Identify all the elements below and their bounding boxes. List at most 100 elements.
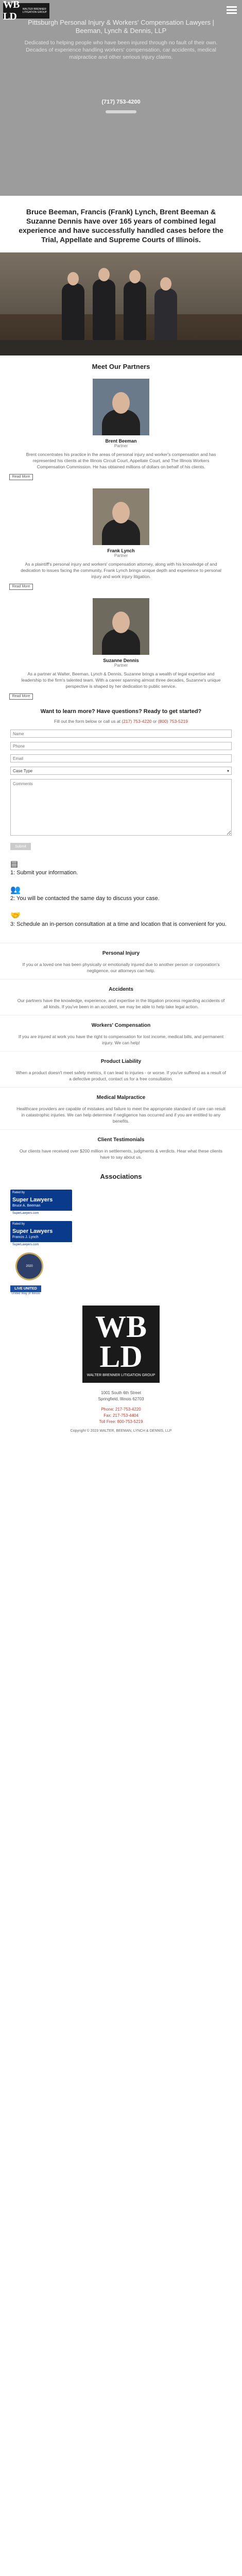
footer-fax: Fax: 217-753-4404	[103, 1413, 139, 1418]
united-way-sub: United Way of Illinois	[11, 1292, 40, 1295]
name-input[interactable]	[10, 730, 232, 738]
partner-card: Suzanne Dennis Partner As a partner at W…	[0, 595, 242, 705]
team-photo	[0, 252, 242, 355]
practice-area-workers-comp[interactable]: Workers' Compensation If you are injured…	[0, 1015, 242, 1051]
submit-button[interactable]: Submit	[10, 843, 31, 850]
steps-section: ▤ 1: Submit your information. 👥 2: You w…	[0, 850, 242, 943]
practice-title: Workers' Compensation	[91, 1023, 151, 1028]
partner-role: Partner	[114, 553, 128, 558]
badge-name: Francis J. Lynch	[12, 1235, 39, 1239]
partner-bio: Brent concentrates his practice in the a…	[26, 452, 216, 469]
award-seal-icon: 2020	[15, 1252, 43, 1280]
partners-title: Meet Our Partners	[92, 363, 150, 370]
badge-top: Rated by	[12, 1191, 25, 1194]
practice-area-product-liability[interactable]: Product Liability When a product doesn't…	[0, 1051, 242, 1087]
form-phone-link-1[interactable]: (217) 753-4220	[122, 719, 151, 724]
practice-text: Our clients have received over $200 mill…	[19, 1148, 223, 1160]
partner-bio: As a plaintiff's personal injury and wor…	[21, 562, 221, 579]
hero-cta-button[interactable]	[106, 110, 136, 113]
case-type-select[interactable]: Case Type ▾	[10, 767, 232, 775]
practice-area-accidents[interactable]: Accidents Our partners have the knowledg…	[0, 979, 242, 1015]
contact-form-section: Want to learn more? Have questions? Read…	[0, 705, 242, 850]
comments-textarea[interactable]	[10, 779, 232, 836]
step-item: 🤝 3: Schedule an in-person consultation …	[10, 912, 232, 928]
site-footer: WB LD Walter Brenner Litigation Group 10…	[0, 1295, 242, 1448]
hero-paragraph: Dedicated to helping people who have bee…	[24, 40, 218, 60]
hero-copy: Pittsburgh Personal Injury & Workers' Co…	[21, 19, 221, 61]
form-subtext-prefix: Fill out the form below or call us at	[54, 719, 120, 724]
footer-address-2: Springfield, Illinois 62703	[98, 1397, 144, 1401]
step-item: ▤ 1: Submit your information.	[10, 860, 232, 877]
badge-name: Bruce A. Beeman	[12, 1204, 41, 1208]
step-text: 2: You will be contacted the same day to…	[10, 895, 160, 902]
practice-areas-section: Personal Injury If you or a loved one ha…	[0, 943, 242, 1165]
practice-area-testimonials[interactable]: Client Testimonials Our clients have rec…	[0, 1129, 242, 1165]
logo-subtitle: Walter Brenner Litigation Group	[22, 8, 47, 14]
practice-title: Accidents	[109, 987, 133, 992]
hero-headline: Pittsburgh Personal Injury & Workers' Co…	[28, 19, 214, 35]
practice-title: Personal Injury	[102, 951, 140, 956]
practice-text: Our partners have the knowledge, experie…	[17, 998, 225, 1009]
united-way-logo[interactable]: LIVE UNITED United Way of Illinois	[10, 1285, 41, 1295]
badge-foot: SuperLawyers.com	[10, 1242, 72, 1247]
footer-logo[interactable]: WB LD Walter Brenner Litigation Group	[82, 1306, 160, 1383]
footer-address-1: 1001 South 6th Street	[101, 1391, 141, 1395]
partner-photo	[93, 379, 149, 435]
footer-copyright: Copyright © 2023 WALTER, BEEMAN, LYNCH &…	[70, 1429, 172, 1433]
practice-text: When a product doesn't meet safety metri…	[16, 1070, 226, 1081]
step-text: 1: Submit your information.	[10, 870, 78, 876]
partner-name: Brent Beeman	[105, 438, 137, 444]
intro-section: Bruce Beeman, Francis (Frank) Lynch, Bre…	[0, 196, 242, 355]
practice-text: Healthcare providers are capable of mist…	[16, 1106, 226, 1124]
footer-logo-subtitle: Walter Brenner Litigation Group	[87, 1373, 155, 1377]
footer-phone-link[interactable]: Phone: 217-753-4220	[0, 1406, 242, 1413]
partner-role: Partner	[114, 663, 128, 668]
badge-top: Rated by	[12, 1223, 25, 1226]
associations-section: Associations Rated by Super Lawyers Bruc…	[0, 1165, 242, 1295]
footer-logo-monogram: WB LD	[95, 1309, 147, 1374]
people-icon: 👥	[10, 886, 21, 894]
practice-title: Client Testimonials	[97, 1137, 145, 1143]
partner-role: Partner	[114, 444, 128, 448]
handshake-icon: 🤝	[10, 911, 21, 920]
hero-section: WB LD Walter Brenner Litigation Group Pi…	[0, 0, 242, 196]
intro-text: Bruce Beeman, Francis (Frank) Lynch, Bre…	[19, 208, 223, 244]
badge-foot: SuperLawyers.com	[10, 1211, 72, 1216]
form-headline: Want to learn more? Have questions? Read…	[40, 708, 202, 715]
phone-input[interactable]	[10, 742, 232, 750]
practice-title: Product Liability	[100, 1059, 142, 1064]
form-subtext-or: or	[152, 719, 157, 724]
partner-read-more-button[interactable]: Read More	[9, 474, 33, 480]
email-input[interactable]	[10, 754, 232, 762]
hamburger-menu-icon[interactable]	[227, 6, 237, 14]
practice-text: If you or a loved one has been physicall…	[22, 962, 220, 973]
super-lawyers-badge[interactable]: Rated by Super Lawyers Bruce A. Beeman S…	[10, 1190, 72, 1216]
partner-name: Frank Lynch	[107, 548, 135, 553]
practice-text: If you are injured at work you have the …	[18, 1034, 224, 1045]
practice-area-personal-injury[interactable]: Personal Injury If you or a loved one ha…	[0, 943, 242, 979]
practice-area-medical-malpractice[interactable]: Medical Malpractice Healthcare providers…	[0, 1087, 242, 1129]
case-type-value: Case Type	[13, 768, 33, 773]
united-way-top: LIVE UNITED	[10, 1285, 41, 1292]
partner-card: Brent Beeman Partner Brent concentrates …	[0, 376, 242, 485]
partner-photo	[93, 488, 149, 545]
super-lawyers-badge[interactable]: Rated by Super Lawyers Francis J. Lynch …	[10, 1221, 72, 1247]
form-phone-link-2[interactable]: (800) 753-5219	[158, 719, 188, 724]
associations-title: Associations	[100, 1173, 142, 1180]
hero-phone-link[interactable]: (717) 753-4200	[0, 99, 242, 105]
partner-read-more-button[interactable]: Read More	[9, 693, 33, 700]
chevron-down-icon: ▾	[227, 768, 229, 773]
partner-card: Frank Lynch Partner As a plaintiff's per…	[0, 485, 242, 595]
site-logo[interactable]: WB LD Walter Brenner Litigation Group	[3, 0, 49, 22]
badge-brand: Super Lawyers	[12, 1228, 53, 1234]
partner-photo	[93, 598, 149, 655]
step-item: 👥 2: You will be contacted the same day …	[10, 886, 232, 903]
form-subtext: Fill out the form below or call us at (2…	[21, 718, 221, 724]
logo-monogram: WB LD	[3, 0, 20, 22]
partner-read-more-button[interactable]: Read More	[9, 584, 33, 590]
partner-bio: As a partner at Walter, Beeman, Lynch & …	[21, 671, 221, 689]
step-text: 3: Schedule an in-person consultation at…	[10, 921, 227, 927]
document-icon: ▤	[10, 860, 19, 869]
partners-section: Meet Our Partners Brent Beeman Partner B…	[0, 355, 242, 705]
footer-tollfree-link[interactable]: Toll Free: 800-753-5219	[0, 1419, 242, 1425]
